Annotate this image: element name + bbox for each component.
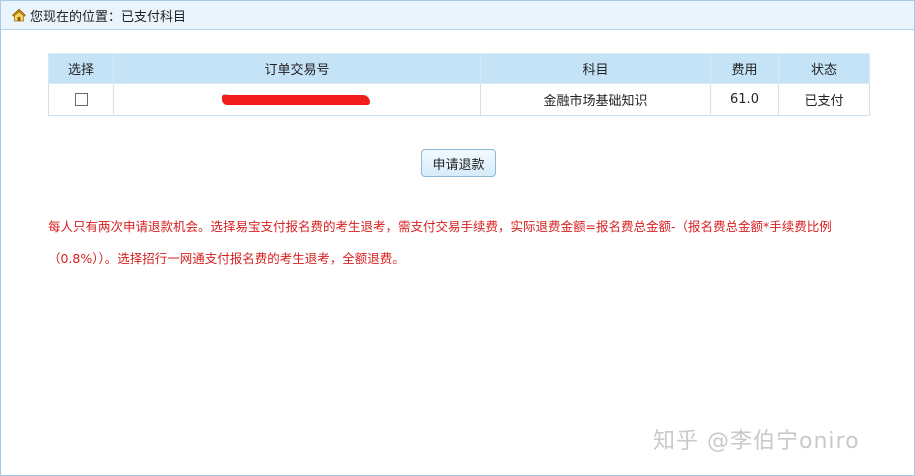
home-icon[interactable] [11, 7, 27, 23]
status-cell: 已支付 [778, 83, 870, 116]
redacted-order-no: B [222, 92, 372, 106]
page-frame: 您现在的位置：已支付科目 选择 订单交易号 科目 费用 状态 金融市场基础知识 … [0, 0, 915, 476]
fee-cell: 61.0 [710, 83, 779, 116]
select-cell [48, 83, 114, 116]
header-subject: 科目 [480, 53, 711, 84]
watermark: 知乎 @李伯宁oniro [653, 429, 860, 454]
table-row: B 金融市场基础知识 61.0 已支付 [48, 83, 870, 116]
table-header-row: 选择 订单交易号 科目 费用 状态 [48, 53, 870, 84]
redaction-mark [222, 94, 370, 105]
paid-subjects-table: 选择 订单交易号 科目 费用 状态 B 金融市场基础知识 61.0 [48, 53, 870, 116]
notice-line-1: 每人只有两次申请退款机会。选择易宝支付报名费的考生退考，需支付交易手续费，实际退… [48, 219, 832, 234]
header-select: 选择 [48, 53, 114, 84]
order-no-cell: B [113, 83, 481, 116]
header-order-no: 订单交易号 [113, 53, 481, 84]
breadcrumb-text: 您现在的位置：已支付科目 [30, 9, 187, 25]
apply-refund-button[interactable]: 申请退款 [421, 149, 496, 177]
breadcrumb: 您现在的位置：已支付科目 [1, 1, 914, 30]
refund-notice: 每人只有两次申请退款机会。选择易宝支付报名费的考生退考，需支付交易手续费，实际退… [48, 211, 878, 275]
notice-line-2: （0.8%））。选择招行一网通支付报名费的考生退考，全额退费。 [48, 251, 405, 266]
header-status: 状态 [778, 53, 870, 84]
select-checkbox[interactable] [74, 93, 88, 106]
subject-cell: 金融市场基础知识 [480, 83, 711, 116]
header-fee: 费用 [710, 53, 779, 84]
